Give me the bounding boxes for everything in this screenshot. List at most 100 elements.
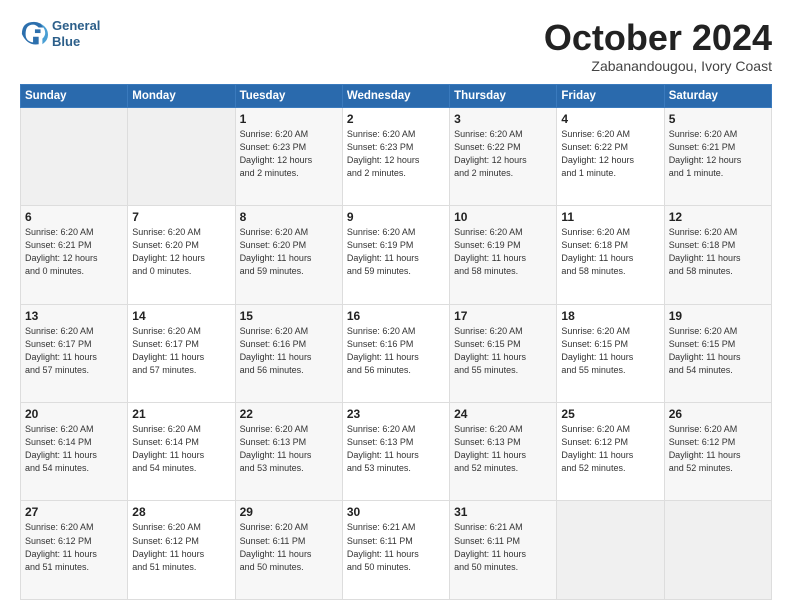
day-number: 18: [561, 309, 659, 323]
cell-info: Sunrise: 6:20 AM Sunset: 6:20 PM Dayligh…: [240, 226, 338, 278]
day-number: 30: [347, 505, 445, 519]
cell-info: Sunrise: 6:20 AM Sunset: 6:21 PM Dayligh…: [669, 128, 767, 180]
day-number: 10: [454, 210, 552, 224]
cell-info: Sunrise: 6:20 AM Sunset: 6:12 PM Dayligh…: [561, 423, 659, 475]
day-number: 22: [240, 407, 338, 421]
week-row-4: 27 Sunrise: 6:20 AM Sunset: 6:12 PM Dayli…: [21, 501, 772, 600]
cell-info: Sunrise: 6:21 AM Sunset: 6:11 PM Dayligh…: [347, 521, 445, 573]
calendar-cell: 31Sunrise: 6:21 AM Sunset: 6:11 PM Dayli…: [450, 501, 557, 600]
day-number: 7: [132, 210, 230, 224]
day-number: 8: [240, 210, 338, 224]
day-number: 5: [669, 112, 767, 126]
calendar-cell: [664, 501, 771, 600]
title-block: October 2024 Zabanandougou, Ivory Coast: [544, 18, 772, 74]
calendar-cell: 14 Sunrise: 6:20 AM Sunset: 6:17 PM Dayli…: [128, 304, 235, 402]
calendar-cell: 8 Sunrise: 6:20 AM Sunset: 6:20 PM Daylig…: [235, 206, 342, 304]
day-number: 4: [561, 112, 659, 126]
day-number: 14: [132, 309, 230, 323]
day-number: 6: [25, 210, 123, 224]
week-row-3: 20 Sunrise: 6:20 AM Sunset: 6:14 PM Dayli…: [21, 403, 772, 501]
day-number: 31: [454, 505, 552, 519]
calendar-cell: 21 Sunrise: 6:20 AM Sunset: 6:14 PM Dayli…: [128, 403, 235, 501]
day-number: 2: [347, 112, 445, 126]
cell-info: Sunrise: 6:20 AM Sunset: 6:23 PM Dayligh…: [240, 128, 338, 180]
calendar-cell: 4 Sunrise: 6:20 AM Sunset: 6:22 PM Daylig…: [557, 107, 664, 205]
weekday-header-thursday: Thursday: [450, 84, 557, 107]
calendar-cell: 7 Sunrise: 6:20 AM Sunset: 6:20 PM Daylig…: [128, 206, 235, 304]
page: General Blue October 2024 Zabanandougou,…: [0, 0, 792, 612]
week-row-1: 6 Sunrise: 6:20 AM Sunset: 6:21 PM Daylig…: [21, 206, 772, 304]
logo: General Blue: [20, 18, 100, 49]
calendar-cell: 5 Sunrise: 6:20 AM Sunset: 6:21 PM Daylig…: [664, 107, 771, 205]
calendar-table: SundayMondayTuesdayWednesdayThursdayFrid…: [20, 84, 772, 600]
weekday-header-wednesday: Wednesday: [342, 84, 449, 107]
calendar-cell: 30 Sunrise: 6:21 AM Sunset: 6:11 PM Dayli…: [342, 501, 449, 600]
cell-info: Sunrise: 6:20 AM Sunset: 6:16 PM Dayligh…: [347, 325, 445, 377]
location: Zabanandougou, Ivory Coast: [544, 58, 772, 74]
logo-line1: General: [52, 18, 100, 34]
calendar-cell: 1 Sunrise: 6:20 AM Sunset: 6:23 PM Daylig…: [235, 107, 342, 205]
day-number: 28: [132, 505, 230, 519]
calendar-cell: 3 Sunrise: 6:20 AM Sunset: 6:22 PM Daylig…: [450, 107, 557, 205]
calendar-cell: 25 Sunrise: 6:20 AM Sunset: 6:12 PM Dayli…: [557, 403, 664, 501]
week-row-0: 1 Sunrise: 6:20 AM Sunset: 6:23 PM Daylig…: [21, 107, 772, 205]
cell-info: Sunrise: 6:20 AM Sunset: 6:15 PM Dayligh…: [454, 325, 552, 377]
day-number: 19: [669, 309, 767, 323]
calendar-cell: [128, 107, 235, 205]
cell-info: Sunrise: 6:20 AM Sunset: 6:22 PM Dayligh…: [454, 128, 552, 180]
calendar-cell: 23Sunrise: 6:20 AM Sunset: 6:13 PM Dayli…: [342, 403, 449, 501]
calendar-cell: 6 Sunrise: 6:20 AM Sunset: 6:21 PM Daylig…: [21, 206, 128, 304]
weekday-header-saturday: Saturday: [664, 84, 771, 107]
cell-info: Sunrise: 6:20 AM Sunset: 6:16 PM Dayligh…: [240, 325, 338, 377]
weekday-header-tuesday: Tuesday: [235, 84, 342, 107]
day-number: 13: [25, 309, 123, 323]
calendar-cell: 19 Sunrise: 6:20 AM Sunset: 6:15 PM Dayli…: [664, 304, 771, 402]
day-number: 21: [132, 407, 230, 421]
calendar-cell: 18 Sunrise: 6:20 AM Sunset: 6:15 PM Dayli…: [557, 304, 664, 402]
calendar-cell: 12Sunrise: 6:20 AM Sunset: 6:18 PM Dayli…: [664, 206, 771, 304]
calendar-cell: 10Sunrise: 6:20 AM Sunset: 6:19 PM Dayli…: [450, 206, 557, 304]
day-number: 3: [454, 112, 552, 126]
calendar-cell: 27 Sunrise: 6:20 AM Sunset: 6:12 PM Dayli…: [21, 501, 128, 600]
calendar-cell: 11Sunrise: 6:20 AM Sunset: 6:18 PM Dayli…: [557, 206, 664, 304]
day-number: 26: [669, 407, 767, 421]
calendar-cell: 29Sunrise: 6:20 AM Sunset: 6:11 PM Dayli…: [235, 501, 342, 600]
day-number: 24: [454, 407, 552, 421]
day-number: 15: [240, 309, 338, 323]
cell-info: Sunrise: 6:20 AM Sunset: 6:11 PM Dayligh…: [240, 521, 338, 573]
calendar-cell: 20Sunrise: 6:20 AM Sunset: 6:14 PM Dayli…: [21, 403, 128, 501]
cell-info: Sunrise: 6:20 AM Sunset: 6:21 PM Dayligh…: [25, 226, 123, 278]
weekday-header-friday: Friday: [557, 84, 664, 107]
day-number: 20: [25, 407, 123, 421]
calendar-cell: 15 Sunrise: 6:20 AM Sunset: 6:16 PM Dayli…: [235, 304, 342, 402]
cell-info: Sunrise: 6:20 AM Sunset: 6:17 PM Dayligh…: [132, 325, 230, 377]
calendar-cell: 9Sunrise: 6:20 AM Sunset: 6:19 PM Daylig…: [342, 206, 449, 304]
cell-info: Sunrise: 6:20 AM Sunset: 6:15 PM Dayligh…: [561, 325, 659, 377]
logo-text: General Blue: [52, 18, 100, 49]
cell-info: Sunrise: 6:20 AM Sunset: 6:12 PM Dayligh…: [669, 423, 767, 475]
day-number: 25: [561, 407, 659, 421]
calendar-cell: 28Sunrise: 6:20 AM Sunset: 6:12 PM Dayli…: [128, 501, 235, 600]
day-number: 11: [561, 210, 659, 224]
logo-icon: [20, 20, 48, 48]
day-number: 1: [240, 112, 338, 126]
cell-info: Sunrise: 6:20 AM Sunset: 6:17 PM Dayligh…: [25, 325, 123, 377]
day-number: 23: [347, 407, 445, 421]
cell-info: Sunrise: 6:20 AM Sunset: 6:14 PM Dayligh…: [132, 423, 230, 475]
weekday-header-sunday: Sunday: [21, 84, 128, 107]
day-number: 27: [25, 505, 123, 519]
cell-info: Sunrise: 6:20 AM Sunset: 6:23 PM Dayligh…: [347, 128, 445, 180]
cell-info: Sunrise: 6:20 AM Sunset: 6:15 PM Dayligh…: [669, 325, 767, 377]
header: General Blue October 2024 Zabanandougou,…: [20, 18, 772, 74]
cell-info: Sunrise: 6:20 AM Sunset: 6:12 PM Dayligh…: [25, 521, 123, 573]
cell-info: Sunrise: 6:20 AM Sunset: 6:22 PM Dayligh…: [561, 128, 659, 180]
calendar-cell: 13 Sunrise: 6:20 AM Sunset: 6:17 PM Dayli…: [21, 304, 128, 402]
calendar-cell: 26 Sunrise: 6:20 AM Sunset: 6:12 PM Dayli…: [664, 403, 771, 501]
calendar-cell: 17 Sunrise: 6:20 AM Sunset: 6:15 PM Dayli…: [450, 304, 557, 402]
cell-info: Sunrise: 6:20 AM Sunset: 6:13 PM Dayligh…: [240, 423, 338, 475]
day-number: 17: [454, 309, 552, 323]
calendar-cell: 16Sunrise: 6:20 AM Sunset: 6:16 PM Dayli…: [342, 304, 449, 402]
calendar-cell: [21, 107, 128, 205]
logo-line2: Blue: [52, 34, 100, 50]
cell-info: Sunrise: 6:20 AM Sunset: 6:20 PM Dayligh…: [132, 226, 230, 278]
